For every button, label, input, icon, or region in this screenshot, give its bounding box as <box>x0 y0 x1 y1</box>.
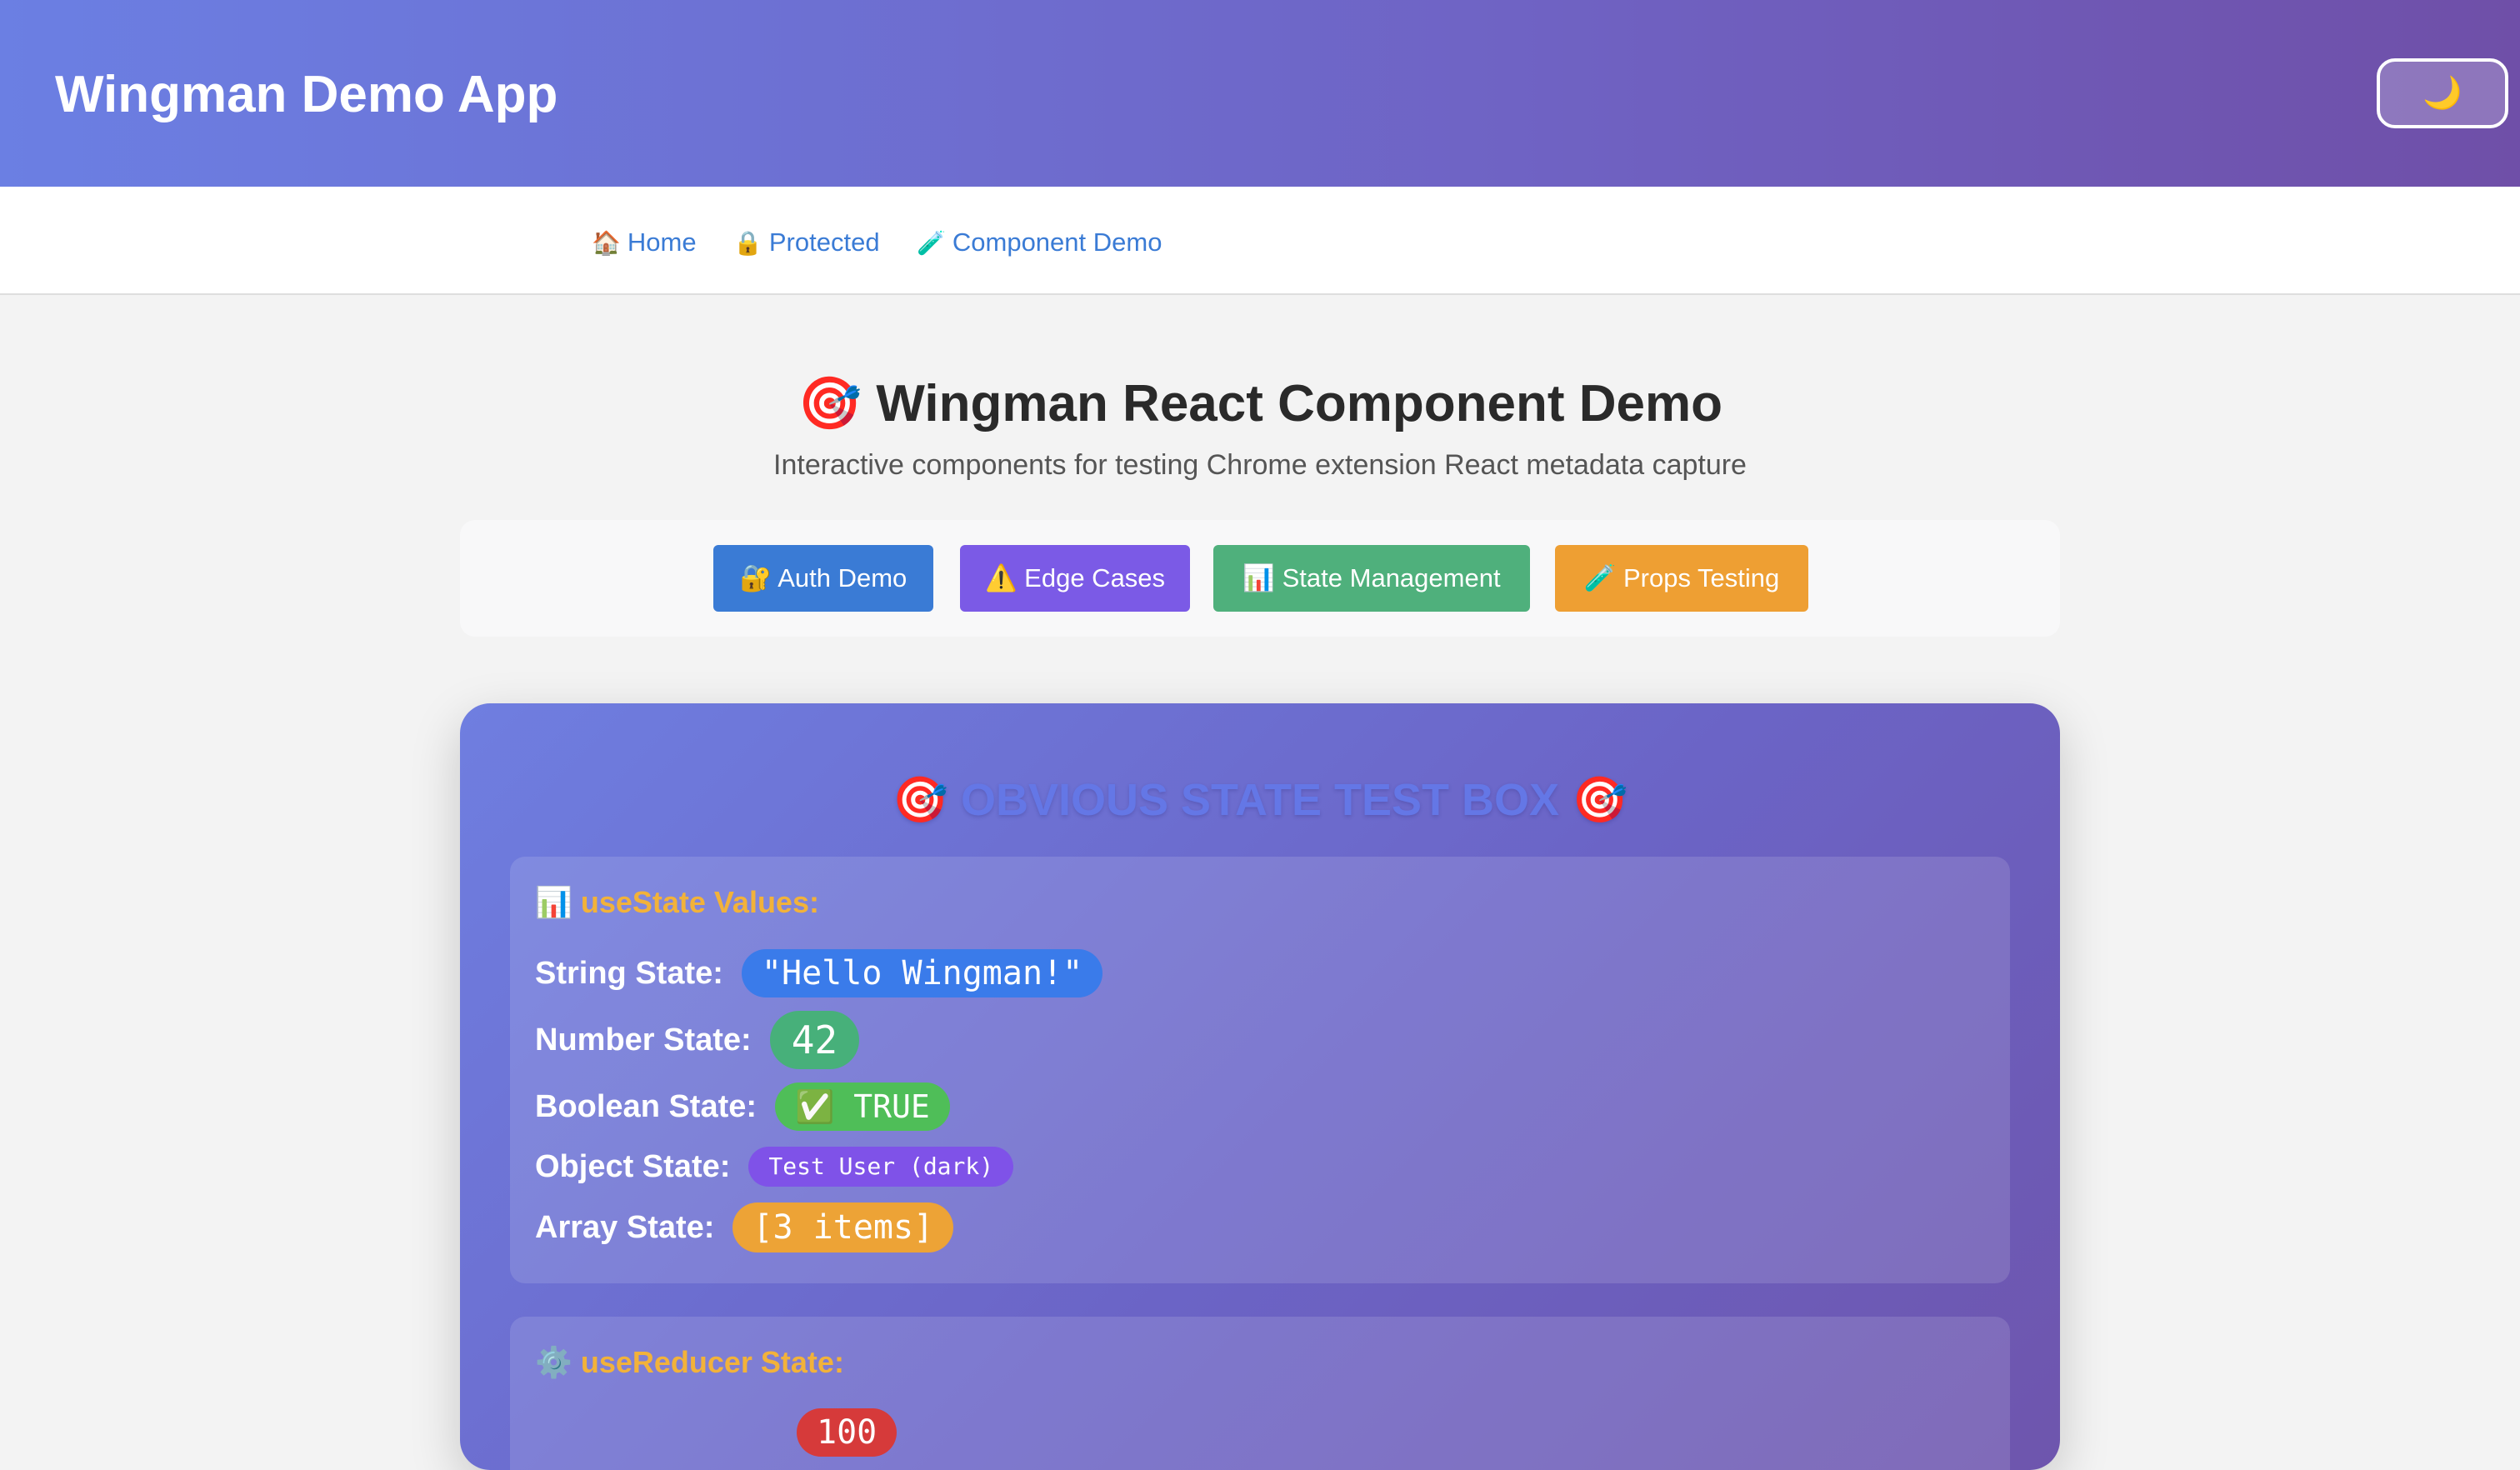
boolean-state-value: ✅ TRUE <box>775 1082 950 1131</box>
usereducer-section: ⚙️ useReducer State: 100 <box>510 1317 2010 1470</box>
nav-link-label: Home <box>627 228 697 257</box>
array-state-row: Array State: [3 items] <box>535 1202 954 1253</box>
demo-tab-bar: 🔐 Auth Demo ⚠️ Edge Cases 📊 State Manage… <box>460 520 2060 637</box>
string-state-label: String State: <box>535 955 723 991</box>
test-tube-icon: 🧪 <box>917 230 946 256</box>
array-state-value: [3 items] <box>732 1202 954 1252</box>
tab-edge-cases[interactable]: ⚠️ Edge Cases <box>960 545 1190 612</box>
array-state-label: Array State: <box>535 1209 715 1245</box>
number-state-label: Number State: <box>535 1022 752 1058</box>
nav-bar: 🏠 Home 🔒 Protected 🧪 Component Demo <box>0 187 2520 295</box>
page-subtitle: Interactive components for testing Chrom… <box>773 449 1747 481</box>
boolean-state-row: Boolean State: ✅ TRUE <box>535 1082 950 1132</box>
state-test-box: 🎯 OBVIOUS STATE TEST BOX 🎯 📊 useState Va… <box>460 703 2060 1470</box>
app-title: Wingman Demo App <box>55 66 558 123</box>
nav-link-protected[interactable]: 🔒 Protected <box>733 222 880 263</box>
reducer-count-value: 100 <box>797 1408 898 1457</box>
tab-props-testing[interactable]: 🧪 Props Testing <box>1555 545 1808 612</box>
string-state-row: String State: "Hello Wingman!" <box>535 948 1103 998</box>
object-state-row: Object State: Test User (dark) <box>535 1145 1014 1188</box>
theme-toggle-button[interactable]: 🌙 <box>2377 58 2508 128</box>
number-state-value: 42 <box>769 1011 860 1069</box>
boolean-state-label: Boolean State: <box>535 1088 758 1124</box>
usestate-section: 📊 useState Values: String State: "Hello … <box>510 857 2010 1283</box>
page-title: 🎯 Wingman React Component Demo <box>797 375 1723 432</box>
nav-link-component-demo[interactable]: 🧪 Component Demo <box>917 222 1162 263</box>
state-test-box-title: 🎯 OBVIOUS STATE TEST BOX 🎯 <box>892 775 1628 825</box>
usestate-heading: 📊 useState Values: <box>535 885 819 919</box>
tab-state-management[interactable]: 📊 State Management <box>1213 545 1530 612</box>
moon-icon: 🌙 <box>2422 76 2462 111</box>
nav-link-label: Protected <box>768 228 880 257</box>
app-header: Wingman Demo App 🌙 <box>0 0 2520 187</box>
number-state-row: Number State: 42 <box>535 1010 860 1070</box>
house-icon: 🏠 <box>592 230 621 256</box>
object-state-value: Test User (dark) <box>748 1147 1014 1187</box>
usereducer-heading: ⚙️ useReducer State: <box>535 1345 844 1379</box>
tab-auth-demo[interactable]: 🔐 Auth Demo <box>713 545 933 612</box>
string-state-value: "Hello Wingman!" <box>741 949 1103 998</box>
nav-link-home[interactable]: 🏠 Home <box>592 222 697 263</box>
nav-link-label: Component Demo <box>952 228 1162 257</box>
lock-icon: 🔒 <box>733 230 762 256</box>
object-state-label: Object State: <box>535 1148 731 1184</box>
